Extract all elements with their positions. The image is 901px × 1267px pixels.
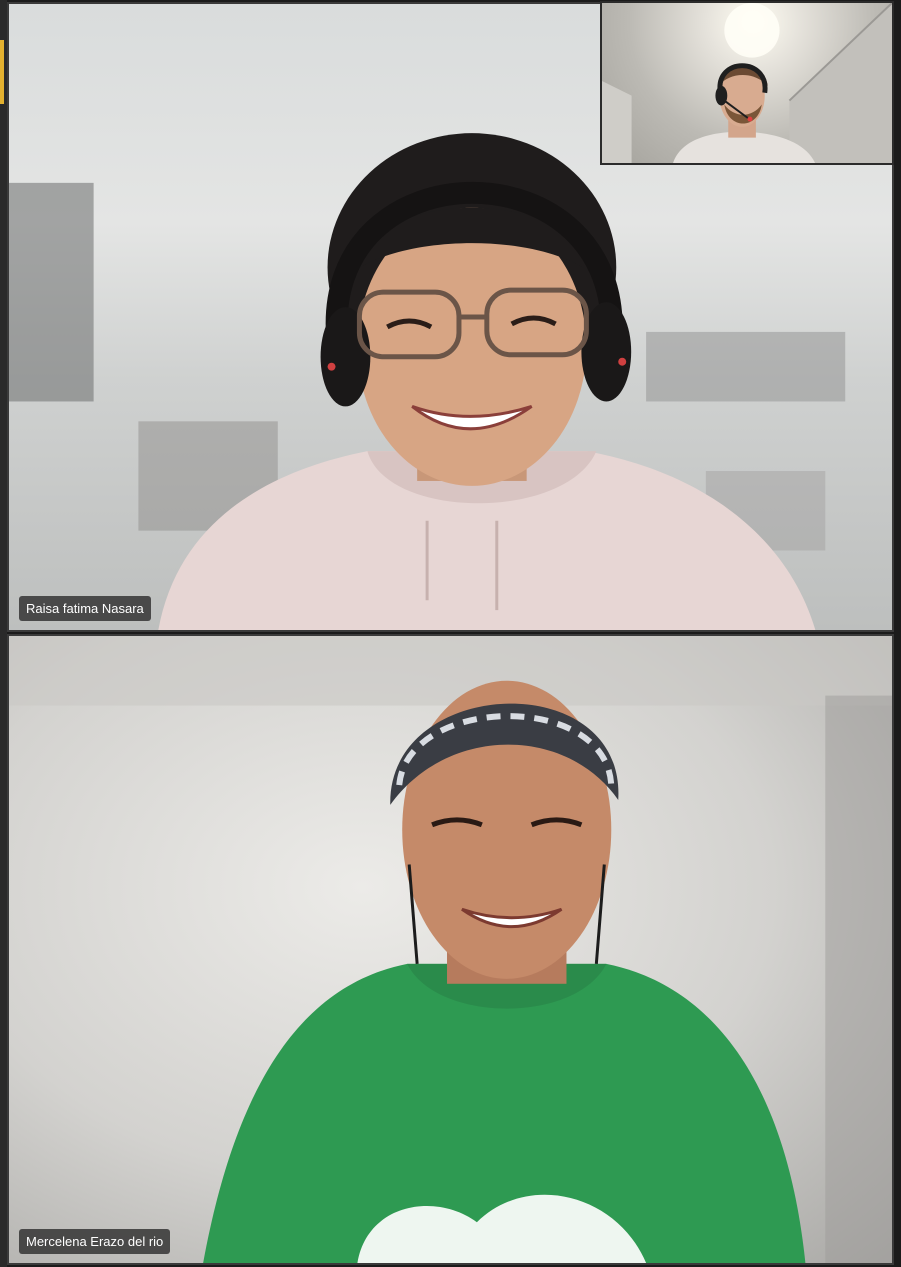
self-view-video-feed (602, 3, 892, 163)
video-call-window: Raisa fatima Nasara Mercelena Erazo del … (0, 0, 901, 1267)
participant-2-video-feed (9, 636, 892, 1263)
window-accent-bar (0, 40, 4, 104)
participant-video-tile-2[interactable]: Mercelena Erazo del rio (7, 634, 894, 1265)
self-view-tile[interactable] (600, 1, 894, 165)
window-left-edge (0, 0, 7, 1267)
participant-name-tag: Mercelena Erazo del rio (19, 1229, 171, 1254)
participant-name-tag: Raisa fatima Nasara (19, 596, 151, 621)
